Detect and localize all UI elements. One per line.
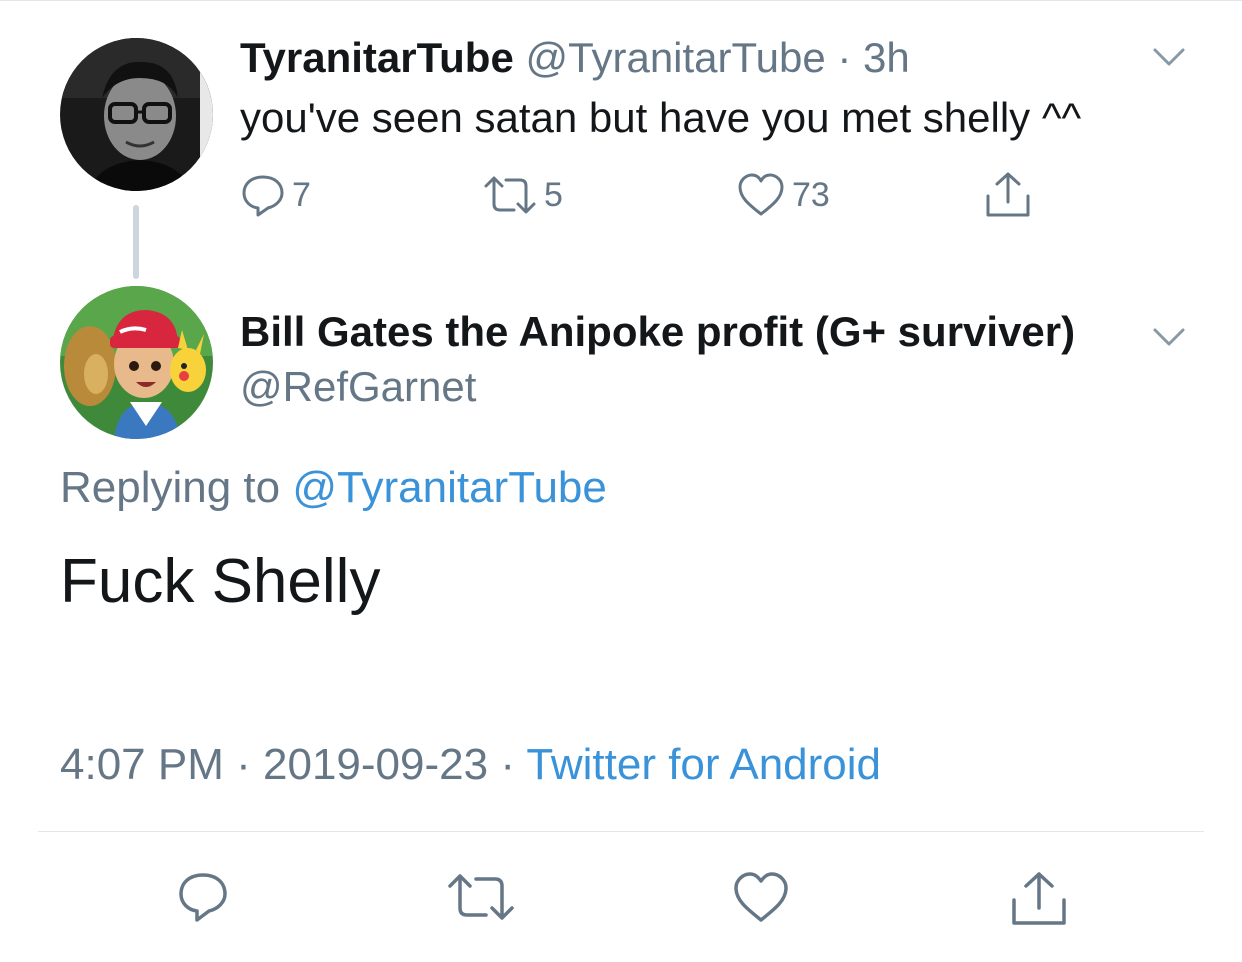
heart-icon <box>736 172 786 218</box>
meta-separator: · <box>236 740 251 789</box>
parent-meta-separator: · <box>837 34 852 81</box>
parent-share-button[interactable] <box>984 170 1032 220</box>
retweet-count: 5 <box>544 175 563 214</box>
replying-prefix: Replying to <box>60 463 281 512</box>
parent-author-avatar[interactable] <box>60 38 213 191</box>
reply-button[interactable] <box>176 870 230 929</box>
share-icon <box>1010 872 1068 932</box>
main-author-handle[interactable]: @RefGarnet <box>240 360 476 414</box>
chevron-down-icon[interactable] <box>1152 46 1186 73</box>
parent-reply-button[interactable]: 7 <box>240 172 311 218</box>
parent-author-name[interactable]: TyranitarTube <box>240 34 514 81</box>
main-tweet-text: Fuck Shelly <box>60 547 381 616</box>
parent-like-button[interactable]: 73 <box>736 172 830 218</box>
like-button[interactable] <box>732 870 790 929</box>
reply-count: 7 <box>292 175 311 214</box>
meta-separator: · <box>500 740 515 789</box>
retweet-icon <box>446 874 516 928</box>
tweet-date: 2019-09-23 <box>263 740 489 789</box>
retweet-button[interactable] <box>446 870 516 929</box>
top-border <box>0 0 1242 1</box>
retweet-icon <box>482 172 538 218</box>
thread-connector-line <box>133 205 139 279</box>
main-author-name[interactable]: Bill Gates the Anipoke profit (G+ surviv… <box>240 305 1075 359</box>
tweet-source-link[interactable]: Twitter for Android <box>526 740 881 789</box>
parent-author-handle[interactable]: @TyranitarTube <box>526 34 826 81</box>
share-icon <box>984 170 1032 220</box>
chevron-down-icon[interactable] <box>1152 326 1186 353</box>
replying-mention-link[interactable]: @TyranitarTube <box>292 463 607 512</box>
main-author-avatar[interactable] <box>60 286 213 439</box>
divider <box>38 831 1204 832</box>
parent-tweet-time[interactable]: 3h <box>863 34 910 81</box>
tweet-timestamp-line: 4:07 PM · 2019-09-23 · Twitter for Andro… <box>60 737 881 793</box>
parent-tweet-header: TyranitarTube @TyranitarTube · 3h <box>240 32 910 84</box>
heart-icon <box>732 872 790 928</box>
replying-to-line: Replying to @TyranitarTube <box>60 460 607 516</box>
like-count: 73 <box>792 175 830 214</box>
reply-icon <box>240 172 286 218</box>
parent-tweet-text: you've seen satan but have you met shell… <box>240 94 1082 141</box>
share-button[interactable] <box>1010 870 1068 933</box>
parent-retweet-button[interactable]: 5 <box>482 172 563 218</box>
reply-icon <box>176 873 230 928</box>
tweet-time: 4:07 PM <box>60 740 224 789</box>
